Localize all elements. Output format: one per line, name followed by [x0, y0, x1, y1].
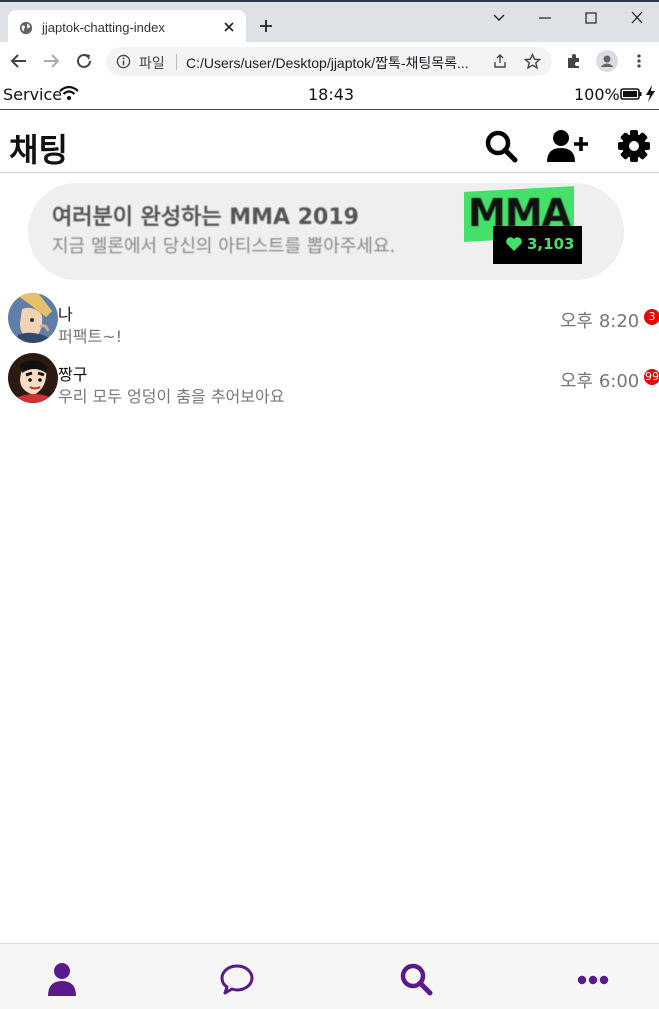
info-icon[interactable] — [116, 54, 131, 69]
app-header: 채팅 — [0, 111, 659, 173]
friends-icon[interactable] — [45, 962, 79, 996]
browser-toolbar: 파일 C:/Users/user/Desktop/jjaptok/짭톡-채팅목록… — [0, 42, 659, 80]
chats-icon[interactable] — [220, 962, 254, 996]
omnibox-divider — [176, 54, 177, 70]
battery-percent: 100% — [574, 85, 620, 104]
address-bar[interactable]: 파일 C:/Users/user/Desktop/jjaptok/짭톡-채팅목록… — [106, 47, 552, 76]
plus-icon[interactable] — [257, 17, 275, 35]
browser-tabstrip: jjaptok-chatting-index — [0, 0, 659, 44]
more-icon[interactable] — [576, 962, 610, 996]
chat-time: 오후 8:20 — [560, 311, 640, 332]
unread-badge: 3 — [644, 309, 659, 325]
tab-title: jjaptok-chatting-index — [42, 20, 165, 35]
browser-tab[interactable]: jjaptok-chatting-index — [8, 10, 246, 44]
url-text[interactable]: C:/Users/user/Desktop/jjaptok/짭톡-채팅목록... — [186, 53, 469, 73]
vote-count: 3,103 — [527, 235, 575, 253]
globe-icon — [19, 21, 33, 35]
carrier-label: Service — [3, 85, 63, 104]
status-clock: 18:43 — [308, 85, 355, 104]
phone-status-bar: Service 18:43 100% — [0, 80, 659, 110]
banner-subtitle: 지금 멜론에서 당신의 아티스트를 뽑아주세요. — [52, 236, 396, 257]
banner-title: 여러분이 완성하는 MMA 2019 — [52, 205, 359, 230]
minimize-icon[interactable] — [535, 10, 555, 26]
chat-list-item[interactable]: 나 퍼팩트~! 오후 8:20 3 — [0, 293, 659, 349]
chat-name: 나 — [58, 305, 73, 324]
tab-search-icon[interactable] — [489, 10, 509, 26]
scheme-label: 파일 — [139, 55, 165, 71]
page-title: 채팅 — [9, 131, 68, 169]
bottom-nav — [0, 943, 659, 1009]
close-icon[interactable] — [220, 18, 238, 36]
chat-preview: 우리 모두 엉덩이 춤을 추어보아요 — [58, 387, 285, 406]
chat-preview: 퍼팩트~! — [58, 327, 122, 346]
avatar — [8, 293, 58, 343]
add-friend-icon[interactable] — [546, 129, 588, 163]
heart-icon — [506, 237, 522, 251]
chat-name: 짱구 — [58, 365, 88, 384]
settings-icon[interactable] — [617, 129, 651, 163]
search-icon[interactable] — [484, 129, 518, 163]
vote-counter: 3,103 — [493, 226, 582, 264]
extensions-icon[interactable] — [565, 52, 583, 70]
unread-badge: 99 — [644, 369, 659, 385]
window-close-icon[interactable] — [627, 10, 647, 26]
reload-icon[interactable] — [75, 52, 93, 70]
chat-time: 오후 6:00 — [560, 371, 640, 392]
charging-icon — [646, 85, 655, 102]
share-icon[interactable] — [492, 53, 508, 69]
search-icon[interactable] — [399, 962, 433, 996]
wifi-icon — [59, 85, 79, 100]
avatar — [8, 353, 58, 403]
promo-banner[interactable]: 여러분이 완성하는 MMA 2019 지금 멜론에서 당신의 아티스트를 뽑아주… — [28, 183, 624, 280]
chat-list-item[interactable]: 짱구 우리 모두 엉덩이 춤을 추어보아요 오후 6:00 99 — [0, 353, 659, 409]
menu-dots-icon[interactable] — [630, 52, 648, 70]
back-icon[interactable] — [10, 52, 28, 70]
maximize-icon[interactable] — [581, 10, 601, 26]
battery-icon — [620, 88, 642, 100]
profile-icon[interactable] — [596, 50, 618, 72]
star-icon[interactable] — [524, 53, 541, 70]
forward-icon[interactable] — [42, 52, 60, 70]
